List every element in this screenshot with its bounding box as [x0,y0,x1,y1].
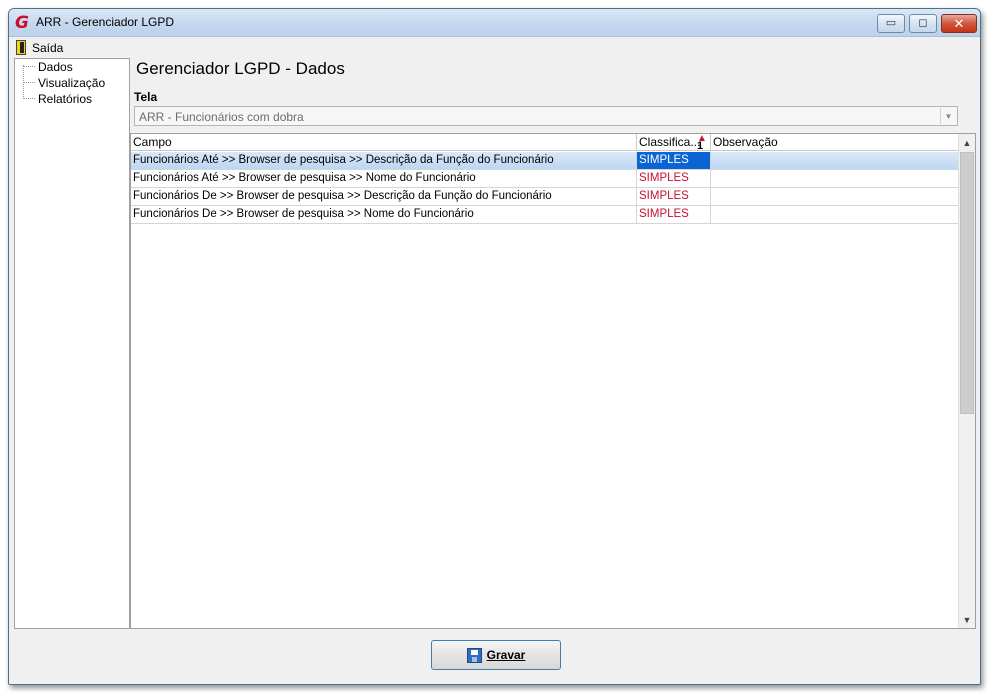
screen-label: Tela [134,90,158,104]
page-title: Gerenciador LGPD - Dados [136,59,345,78]
cell-campo[interactable]: Funcionários De >> Browser de pesquisa >… [131,206,637,223]
column-header-classificacao[interactable]: Classifica... ▲ 1 [637,134,711,151]
title-bar[interactable]: G ARR - Gerenciador LGPD ▭ ◻ ✕ [9,9,980,37]
vertical-scrollbar[interactable]: ▲ ▼ [958,134,975,628]
cell-campo[interactable]: Funcionários De >> Browser de pesquisa >… [131,188,637,205]
close-button[interactable]: ✕ [941,14,977,33]
cell-observacao[interactable] [711,152,959,169]
menu-bar: Saída [9,38,980,58]
sort-order-number: 1 [697,140,704,151]
nav-item-dados[interactable]: Dados [38,60,73,74]
table-row[interactable]: Funcionários Até >> Browser de pesquisa … [131,170,959,188]
app-logo-icon: G [15,13,29,33]
exit-door-icon[interactable] [16,40,26,55]
nav-item-relatorios[interactable]: Relatórios [38,92,92,106]
nav-tree: Dados Visualização Relatórios [14,58,130,629]
minimize-button[interactable]: ▭ [877,14,905,33]
data-grid: Campo Classifica... ▲ 1 Observação Funci… [130,133,976,629]
cell-campo[interactable]: Funcionários Até >> Browser de pesquisa … [131,170,637,187]
table-row[interactable]: Funcionários De >> Browser de pesquisa >… [131,206,959,224]
save-button-label: Gravar [486,648,526,662]
cell-observacao[interactable] [711,170,959,187]
minimize-icon: ▭ [885,17,897,29]
cell-classificacao[interactable]: SIMPLES [637,188,711,205]
cell-campo[interactable]: Funcionários Até >> Browser de pesquisa … [131,152,637,169]
cell-observacao[interactable] [711,206,959,223]
column-header-label: Campo [133,135,172,149]
close-icon: ✕ [953,16,965,31]
floppy-disk-icon [466,647,482,663]
maximize-button[interactable]: ◻ [909,14,937,33]
column-header-label: Classifica... [639,135,701,149]
nav-item-visualizacao[interactable]: Visualização [38,76,105,90]
menu-exit[interactable]: Saída [32,41,63,55]
cell-classificacao[interactable]: SIMPLES [637,170,711,187]
chevron-down-icon[interactable]: ▼ [940,108,956,124]
tree-connector [23,66,35,67]
screen-select-value: ARR - Funcionários com dobra [139,110,304,124]
maximize-icon: ◻ [918,17,928,29]
column-header-observacao[interactable]: Observação [711,134,959,151]
save-button[interactable]: Gravar [431,640,561,670]
tree-connector [23,82,35,83]
table-row[interactable]: Funcionários De >> Browser de pesquisa >… [131,188,959,206]
cell-observacao[interactable] [711,188,959,205]
table-row[interactable]: Funcionários Até >> Browser de pesquisa … [131,152,959,170]
window-title: ARR - Gerenciador LGPD [36,15,175,29]
scroll-up-icon[interactable]: ▲ [959,134,975,151]
grid-header: Campo Classifica... ▲ 1 Observação [131,134,959,151]
column-header-label: Observação [713,135,778,149]
main-window: G ARR - Gerenciador LGPD ▭ ◻ ✕ Saída Dad… [8,8,981,685]
cell-classificacao[interactable]: SIMPLES [637,152,711,169]
tree-connector [23,98,35,99]
screen-select[interactable]: ARR - Funcionários com dobra ▼ [134,106,958,126]
scrollbar-thumb[interactable] [960,152,974,414]
cell-classificacao[interactable]: SIMPLES [637,206,711,223]
scroll-down-icon[interactable]: ▼ [959,611,975,628]
column-header-campo[interactable]: Campo [131,134,637,151]
